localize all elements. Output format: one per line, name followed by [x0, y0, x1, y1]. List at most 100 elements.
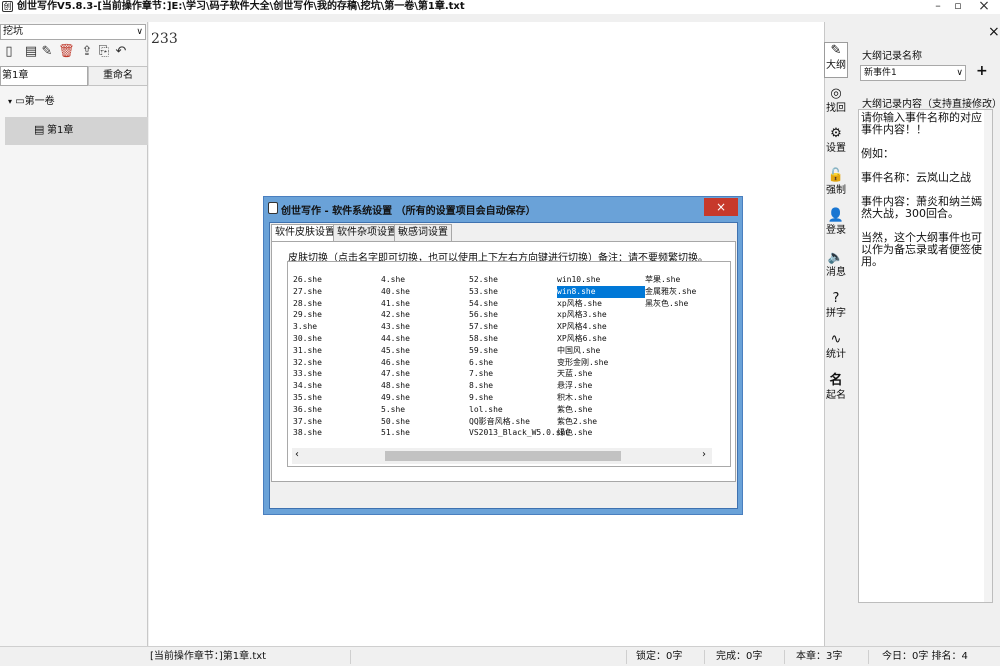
tree-chapter[interactable]: ▤ 第1章	[5, 117, 148, 145]
skin-item[interactable]: 45.she	[381, 345, 410, 357]
skin-item[interactable]: 58.she	[469, 333, 498, 345]
skin-item[interactable]: 46.she	[381, 357, 410, 369]
skin-item[interactable]: 中国风.she	[557, 345, 600, 357]
restore-button[interactable]: ▫	[946, 0, 970, 14]
skin-item[interactable]: 苹果.she	[645, 274, 680, 286]
tab-sensitive-words[interactable]: 敏感词设置	[394, 224, 452, 242]
skin-item[interactable]: 38.she	[293, 427, 322, 439]
skin-item[interactable]: 黑灰色.she	[645, 298, 688, 310]
message-tool-button[interactable]: 🔈 消息	[824, 250, 848, 279]
stats-tool-button[interactable]: ∿ 统计	[824, 332, 848, 361]
spell-tool-button[interactable]: ? 拼字	[824, 291, 848, 320]
outline-tool-button[interactable]: ✎ 大纲	[824, 42, 848, 78]
skin-item[interactable]: 绿色.she	[557, 427, 592, 439]
skin-item[interactable]: 紫色2.she	[557, 416, 597, 428]
skin-item[interactable]: 43.she	[381, 321, 410, 333]
delete-icon[interactable]: 🗑	[58, 44, 75, 60]
status-divider	[704, 650, 705, 664]
skin-item[interactable]: xp风格.she	[557, 298, 602, 310]
skin-item[interactable]: 52.she	[469, 274, 498, 286]
naming-tool-button[interactable]: 名起名	[824, 373, 848, 402]
dialog-close-button[interactable]: ×	[704, 198, 738, 216]
skin-item[interactable]: 50.she	[381, 416, 410, 428]
copy-icon[interactable]: ⎘	[97, 44, 111, 60]
export-icon[interactable]: ⇪	[80, 44, 94, 60]
login-tool-button[interactable]: 👤 登录	[824, 208, 848, 237]
skin-item[interactable]: 34.she	[293, 380, 322, 392]
document-icon: ▤	[34, 123, 45, 136]
skin-item[interactable]: 53.she	[469, 286, 498, 298]
skin-item[interactable]: 29.she	[293, 309, 322, 321]
skin-item[interactable]: 悬浮.she	[557, 380, 592, 392]
skin-item[interactable]: 8.she	[469, 380, 493, 392]
skin-item[interactable]: 54.she	[469, 298, 498, 310]
skin-item[interactable]: 28.she	[293, 298, 322, 310]
tree-volume[interactable]: ▾ ▭第一卷	[8, 94, 55, 110]
skin-item[interactable]: 40.she	[381, 286, 410, 298]
skin-item[interactable]: XP风格4.she	[557, 321, 607, 333]
outline-event-select[interactable]: 新事件1 ∨	[860, 65, 966, 81]
scroll-thumb[interactable]	[385, 451, 621, 461]
skin-item[interactable]: 6.she	[469, 357, 493, 369]
new-chapter-icon[interactable]: ▤	[24, 44, 38, 60]
skin-item[interactable]: 变形金刚.she	[557, 357, 608, 369]
skin-item[interactable]: win8.she	[557, 285, 645, 298]
skin-item[interactable]: 27.she	[293, 286, 322, 298]
add-outline-button[interactable]: +	[976, 63, 988, 79]
skin-item[interactable]: VS2013_Black_W5.0.she	[469, 427, 570, 439]
skin-item[interactable]: 47.she	[381, 368, 410, 380]
skin-item[interactable]: 56.she	[469, 309, 498, 321]
scroll-right-icon[interactable]: ›	[702, 449, 706, 460]
skin-item[interactable]: 41.she	[381, 298, 410, 310]
skin-item[interactable]: 26.she	[293, 274, 322, 286]
app-icon: 创	[2, 1, 13, 12]
outline-content-text[interactable]: 请你输入事件名称的对应事件内容！！ 例如： 事件名称：云岚山之战 事件内容：萧炎…	[858, 109, 993, 603]
skin-item[interactable]: xp风格3.she	[557, 309, 607, 321]
scroll-left-icon[interactable]: ‹	[295, 449, 299, 460]
skin-item[interactable]: 5.she	[381, 404, 405, 416]
undo-icon[interactable]: ↶	[114, 44, 128, 60]
skin-item[interactable]: 金属雅灰.she	[645, 286, 696, 298]
skin-item[interactable]: 59.she	[469, 345, 498, 357]
skin-item[interactable]: 51.she	[381, 427, 410, 439]
skin-item[interactable]: 31.she	[293, 345, 322, 357]
skin-item[interactable]: 37.she	[293, 416, 322, 428]
expand-icon[interactable]: ▾	[8, 97, 12, 106]
skin-item[interactable]: 35.she	[293, 392, 322, 404]
skin-item[interactable]: 48.she	[381, 380, 410, 392]
rename-button[interactable]: 重命名	[88, 66, 148, 86]
skin-item[interactable]: lol.she	[469, 404, 503, 416]
outline-close-button[interactable]: ×	[988, 24, 1000, 40]
skin-item[interactable]: QQ影音风格.she	[469, 416, 530, 428]
skin-item[interactable]: 44.she	[381, 333, 410, 345]
outline-scrollbar[interactable]	[984, 110, 992, 602]
skin-item[interactable]: 3.she	[293, 321, 317, 333]
close-button[interactable]: ×	[972, 0, 996, 14]
tab-misc-settings[interactable]: 软件杂项设置	[333, 224, 401, 242]
skin-item[interactable]: 42.she	[381, 309, 410, 321]
skin-item[interactable]: 7.she	[469, 368, 493, 380]
skin-list-scrollbar[interactable]: ‹ ›	[292, 448, 712, 464]
skin-item[interactable]: 天蓝.she	[557, 368, 592, 380]
outline-paragraph: 请你输入事件名称的对应事件内容！！	[861, 111, 982, 136]
skin-item[interactable]: 4.she	[381, 274, 405, 286]
skin-item[interactable]: 30.she	[293, 333, 322, 345]
settings-tool-button[interactable]: ⚙ 设置	[824, 126, 848, 155]
skin-item[interactable]: 9.she	[469, 392, 493, 404]
skin-item[interactable]: 32.she	[293, 357, 322, 369]
book-select[interactable]: 挖坑 ∨	[0, 24, 146, 40]
skin-item[interactable]: 57.she	[469, 321, 498, 333]
skin-item[interactable]: XP风格6.she	[557, 333, 607, 345]
chapter-name-input[interactable]: 第1章	[0, 66, 88, 86]
skin-item[interactable]: 49.she	[381, 392, 410, 404]
recover-tool-button[interactable]: ◎ 找回	[824, 86, 848, 115]
skin-item[interactable]: 33.she	[293, 368, 322, 380]
skin-item[interactable]: 积木.she	[557, 392, 592, 404]
editor-text[interactable]: 233	[151, 30, 178, 48]
edit-chapter-icon[interactable]: ✎	[40, 44, 54, 60]
skin-item[interactable]: win10.she	[557, 274, 600, 286]
force-tool-button[interactable]: 🔓 强制	[824, 168, 848, 197]
skin-item[interactable]: 紫色.she	[557, 404, 592, 416]
skin-item[interactable]: 36.she	[293, 404, 322, 416]
new-volume-icon[interactable]: ▯	[2, 44, 16, 60]
